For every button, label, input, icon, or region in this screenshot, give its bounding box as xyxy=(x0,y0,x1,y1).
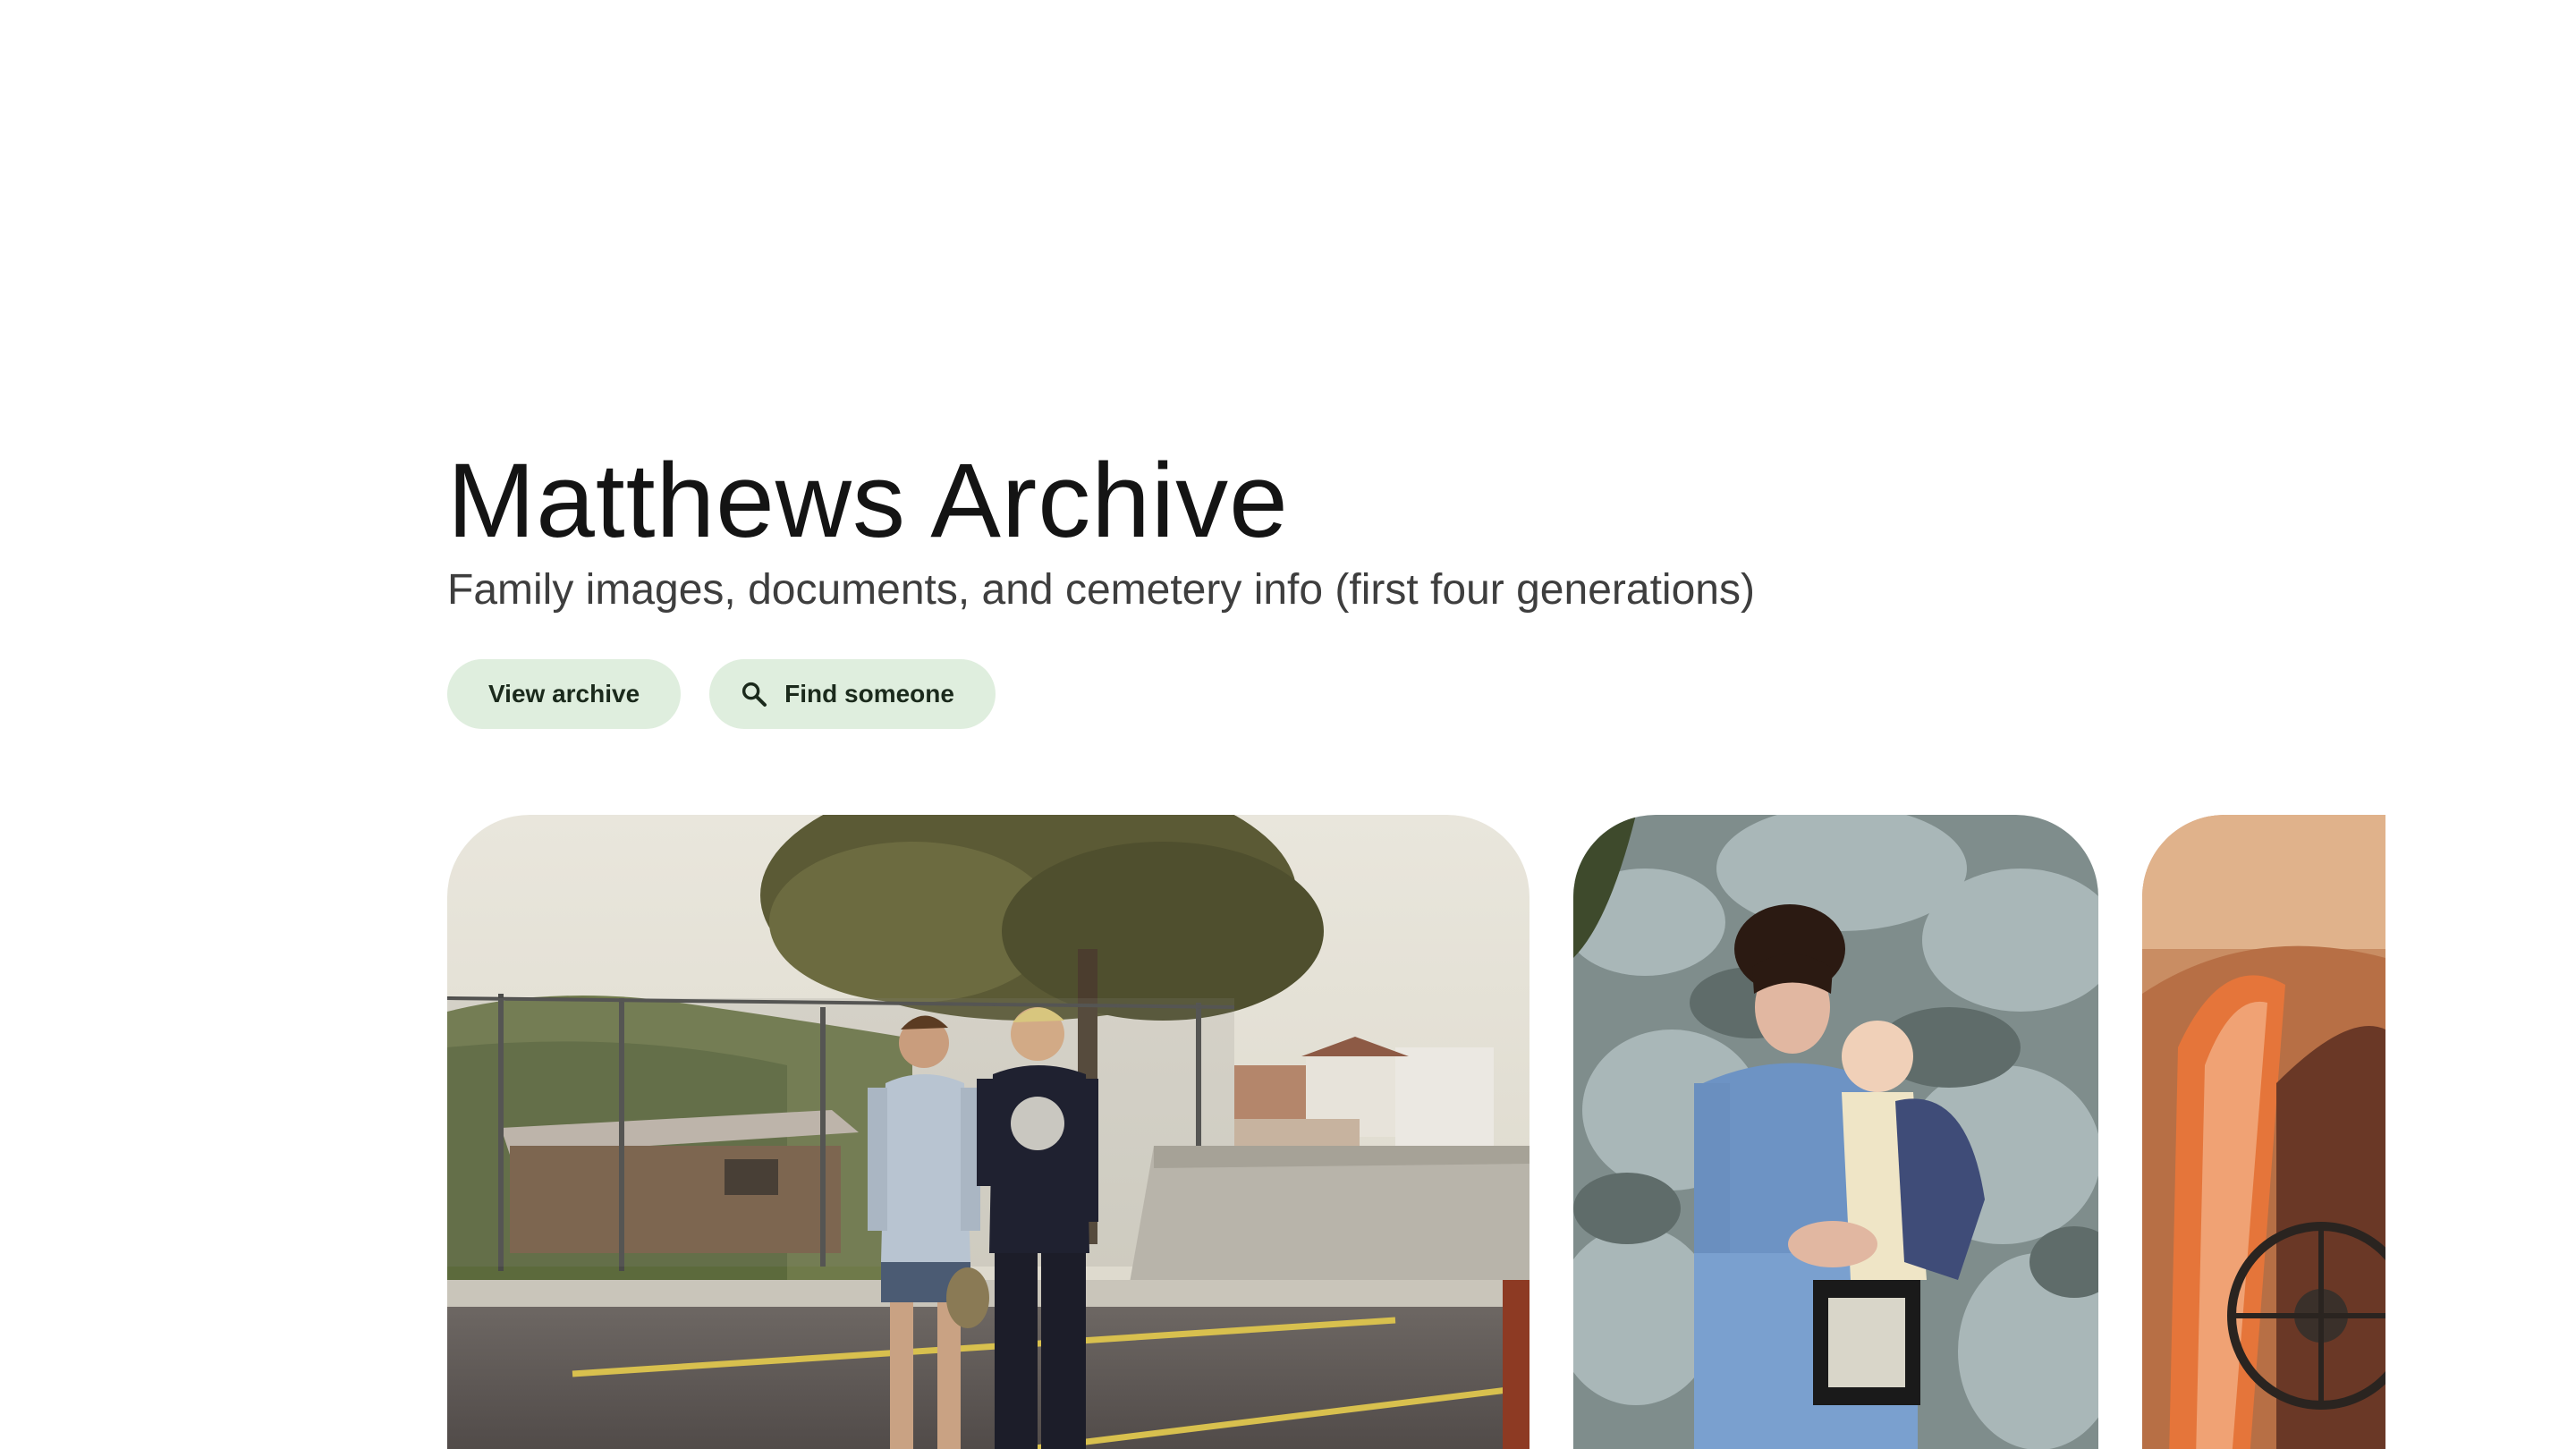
photo-two-men xyxy=(447,815,1530,1449)
photo-card-car[interactable] xyxy=(2142,815,2385,1449)
search-icon xyxy=(740,680,768,708)
photo-car xyxy=(2142,815,2385,1449)
find-someone-button[interactable]: Find someone xyxy=(709,659,996,729)
photo-card-woman-baby[interactable] xyxy=(1573,815,2098,1449)
view-archive-button[interactable]: View archive xyxy=(447,659,682,729)
page-subtitle: Family images, documents, and cemetery i… xyxy=(447,566,1755,614)
photo-card-two-men[interactable] xyxy=(447,815,1530,1449)
find-someone-label: Find someone xyxy=(784,680,954,708)
hero: Matthews Archive Family images, document… xyxy=(447,438,1755,617)
page-title: Matthews Archive xyxy=(447,442,1289,560)
page: Matthews Archive Family images, document… xyxy=(0,0,2576,1449)
view-archive-label: View archive xyxy=(488,680,640,708)
action-buttons: View archive Find someone xyxy=(447,659,996,729)
photo-woman-baby xyxy=(1573,815,2098,1449)
